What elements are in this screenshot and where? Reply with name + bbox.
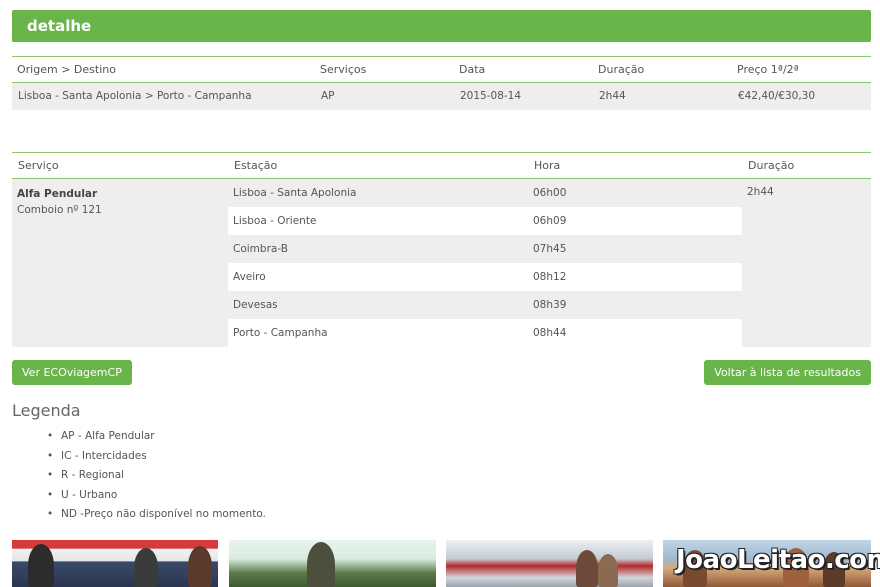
col-duration: Duração [593,56,732,83]
time-cell: 08h12 [528,262,742,291]
time-cell: 08h39 [528,290,742,319]
col-origin-destination: Origem > Destino [12,56,315,83]
person-figure [307,542,335,587]
table-header-row: Serviço Estação Hora Duração [12,152,871,179]
station-cell: Lisboa - Santa Apolonia [228,178,528,207]
price-cell: €42,40/€30,30 [732,82,871,110]
person-figure [134,548,158,587]
watermark-logo: JoaoLeitao.com [676,545,880,575]
person-figure [598,554,618,587]
legend-item: ND -Preço não disponível no momento. [47,506,266,526]
page-header: detalhe [12,10,871,42]
col-time: Hora [528,152,742,179]
service-cell: AP [315,82,454,110]
promo-image-3[interactable] [446,540,653,587]
station-cell: Devesas [228,290,528,319]
legend-item: IC - Intercidades [47,448,266,468]
col-services: Serviços [315,56,454,83]
station-cell: Lisboa - Oriente [228,206,528,235]
col-service: Serviço [12,152,225,179]
trip-detail-table: Serviço Estação Hora Duração Alfa Pendul… [12,152,871,347]
legend-title: Legenda [12,401,81,420]
time-cell: 06h00 [528,178,742,207]
table-row: Alfa Pendular Comboio nº 121 Lisboa - Sa… [12,178,871,347]
col-price: Preço 1ª/2ª [732,56,871,83]
legend-list: AP - Alfa Pendular IC - Intercidades R -… [47,428,266,526]
person-figure [576,550,598,587]
time-cell: 07h45 [528,234,742,263]
station-cell: Coimbra-B [228,234,528,263]
promo-image-2[interactable] [229,540,436,587]
legend-item: R - Regional [47,467,266,487]
trip-summary-table: Origem > Destino Serviços Data Duração P… [12,56,871,110]
page-title: detalhe [27,17,92,35]
route-cell: Lisboa - Santa Apolonia > Porto - Campan… [12,82,315,110]
legend-item: AP - Alfa Pendular [47,428,266,448]
station-cell: Porto - Campanha [228,318,528,347]
col-duration: Duração [742,152,871,179]
eco-trip-button[interactable]: Ver ECOviagemCP [12,360,132,385]
date-cell: 2015-08-14 [454,82,593,110]
person-figure [188,546,212,587]
legend-item: U - Urbano [47,487,266,507]
duration-cell: 2h44 [742,178,871,347]
duration-cell: 2h44 [593,82,732,110]
service-cell: Alfa Pendular Comboio nº 121 [12,178,225,347]
person-figure [28,544,54,587]
train-number: Comboio nº 121 [17,204,102,216]
col-station: Estação [228,152,528,179]
table-header-row: Origem > Destino Serviços Data Duração P… [12,56,871,83]
time-cell: 08h44 [528,318,742,347]
col-date: Data [454,56,593,83]
time-cell: 06h09 [528,206,742,235]
station-cell: Aveiro [228,262,528,291]
promo-image-1[interactable] [12,540,218,587]
back-to-results-button[interactable]: Voltar à lista de resultados [704,360,871,385]
table-row: Lisboa - Santa Apolonia > Porto - Campan… [12,82,871,110]
service-name: Alfa Pendular [17,188,98,200]
